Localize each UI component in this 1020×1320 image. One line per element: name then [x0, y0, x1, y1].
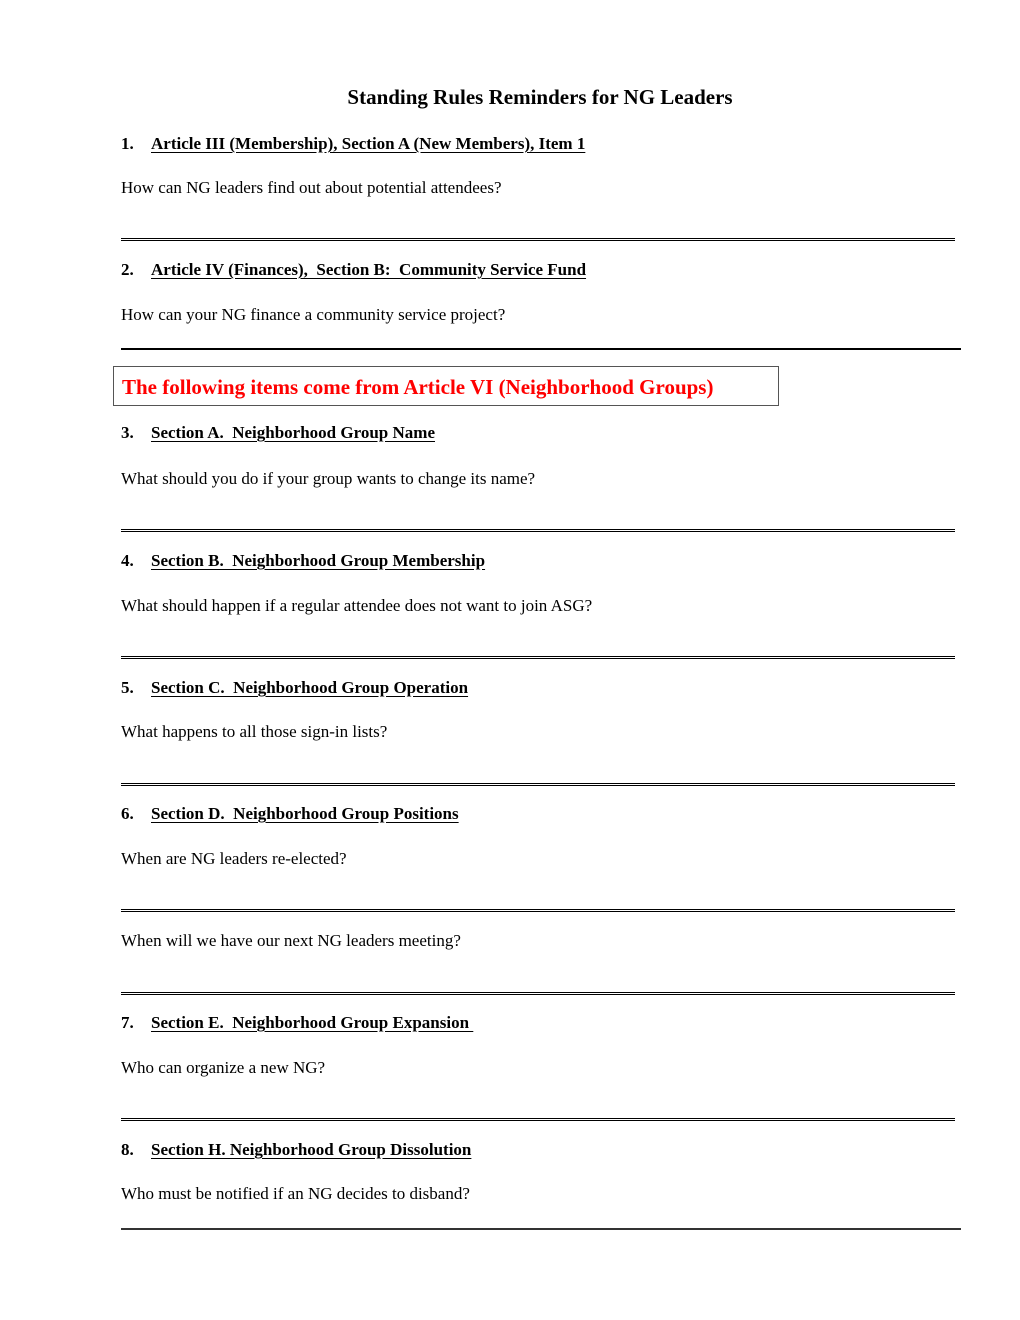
- item-heading: 3. Section A. Neighborhood Group Name: [121, 422, 435, 444]
- question-text: What should you do if your group wants t…: [121, 469, 536, 488]
- item-number: 8.: [121, 1140, 134, 1159]
- answer-line: [121, 992, 955, 995]
- question-text: When are NG leaders re-elected?: [121, 849, 347, 868]
- article-notice-text: The following items come from Article VI…: [122, 375, 714, 399]
- question-text: Who must be notified if an NG decides to…: [121, 1184, 470, 1203]
- answer-line: [121, 1118, 955, 1121]
- question-text: What should happen if a regular attendee…: [121, 596, 593, 615]
- item-number: 4.: [121, 551, 134, 570]
- item-heading-text: Article III (Membership), Section A (New…: [151, 134, 586, 153]
- item-heading-text: Section E. Neighborhood Group Expansion: [151, 1013, 474, 1032]
- item-heading: 8. Section H. Neighborhood Group Dissolut…: [121, 1139, 471, 1161]
- item-heading: 6. Section D. Neighborhood Group Position…: [121, 803, 459, 825]
- item-heading-text: Section B. Neighborhood Group Membership: [151, 551, 486, 570]
- item-heading-text: Article IV (Finances), Section B: Commun…: [151, 260, 587, 279]
- item-heading-text: Section D. Neighborhood Group Positions: [151, 804, 459, 823]
- question-text: How can NG leaders find out about potent…: [121, 178, 502, 197]
- item-heading-text: Section C. Neighborhood Group Operation: [151, 678, 469, 697]
- answer-line: [121, 238, 955, 241]
- item-heading: 2. Article IV (Finances), Section B: Comm…: [121, 259, 586, 281]
- question-text: When will we have our next NG leaders me…: [121, 931, 461, 950]
- question-text: Who can organize a new NG?: [121, 1058, 326, 1077]
- answer-line: [121, 348, 961, 350]
- document-title: Standing Rules Reminders for NG Leaders: [347, 85, 733, 109]
- item-heading: 1. Article III (Membership), Section A (N…: [121, 133, 585, 155]
- item-number: 1.: [121, 134, 134, 153]
- answer-line: [121, 1228, 961, 1230]
- item-number: 3.: [121, 423, 134, 442]
- answer-line: [121, 909, 955, 912]
- item-number: 6.: [121, 804, 134, 823]
- question-text: What happens to all those sign-in lists?: [121, 722, 388, 741]
- item-number: 7.: [121, 1013, 134, 1032]
- answer-line: [121, 656, 955, 659]
- question-text: How can your NG finance a community serv…: [121, 305, 506, 324]
- item-heading-text: Section H. Neighborhood Group Dissolutio…: [151, 1140, 472, 1159]
- item-heading: 5. Section C. Neighborhood Group Operatio…: [121, 677, 468, 699]
- item-heading: 7. Section E. Neighborhood Group Expansio…: [121, 1012, 473, 1034]
- item-number: 2.: [121, 260, 134, 279]
- item-heading-text: Section A. Neighborhood Group Name: [151, 423, 435, 442]
- answer-line: [121, 783, 955, 786]
- answer-line: [121, 529, 955, 532]
- item-number: 5.: [121, 678, 134, 697]
- item-heading: 4. Section B. Neighborhood Group Membersh…: [121, 550, 485, 572]
